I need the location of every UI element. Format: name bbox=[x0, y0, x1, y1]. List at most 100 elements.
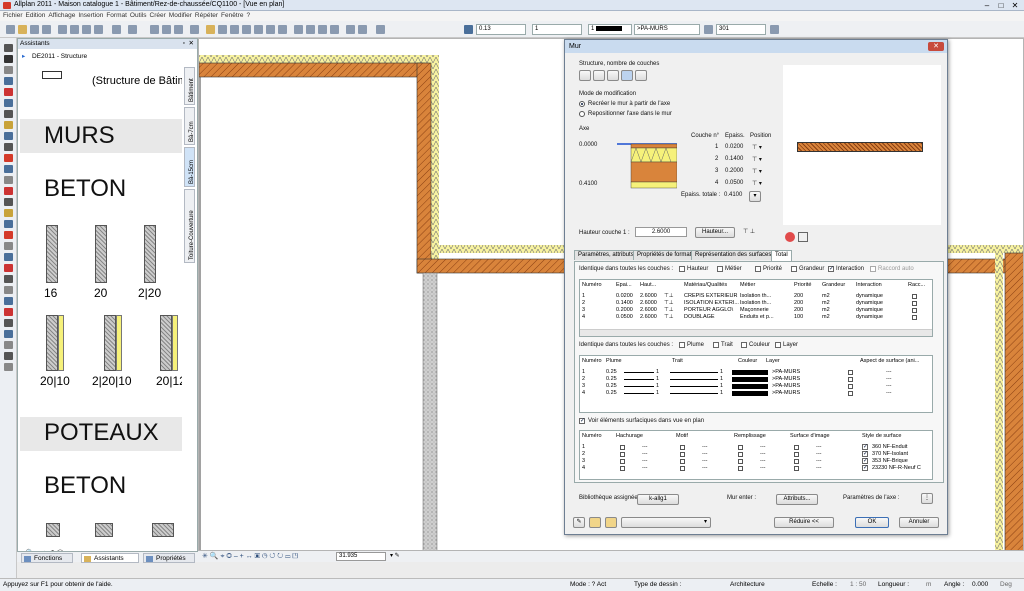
tool-icon-4[interactable] bbox=[4, 88, 13, 96]
racc-checkbox[interactable] bbox=[912, 294, 917, 299]
surface-option-checkbox[interactable] bbox=[680, 445, 685, 450]
zoom-input[interactable]: 31.935 bbox=[336, 552, 386, 561]
tool-icon-6[interactable] bbox=[4, 110, 13, 118]
tool-icon-24[interactable] bbox=[4, 308, 13, 316]
search-icon[interactable] bbox=[376, 25, 385, 34]
ident-3-checkbox[interactable] bbox=[791, 266, 797, 272]
hauteur-extra-icons[interactable]: ⊤ ⊥ bbox=[743, 228, 755, 235]
menu-item-2[interactable]: Affichage bbox=[48, 11, 75, 21]
vtab-ba15[interactable]: Bâ-15cm bbox=[184, 147, 195, 187]
tool-icon-25[interactable] bbox=[4, 319, 13, 327]
wall-element-20[interactable] bbox=[95, 225, 107, 283]
menu-item-8[interactable]: Répéter bbox=[195, 11, 218, 21]
tool-icon-14[interactable] bbox=[4, 198, 13, 206]
sheet-icon[interactable] bbox=[278, 25, 287, 34]
layers-5-button[interactable] bbox=[635, 70, 647, 81]
wall-element-2-20-10[interactable] bbox=[104, 315, 116, 371]
tool-icon-15[interactable] bbox=[4, 209, 13, 217]
tool-icon-17[interactable] bbox=[4, 231, 13, 239]
reduire-button[interactable]: Réduire << bbox=[774, 517, 834, 528]
favorites-open-button[interactable] bbox=[589, 517, 601, 528]
vtab-toiture[interactable]: Toiture-Couverture bbox=[184, 189, 195, 263]
aspect-checkbox[interactable] bbox=[848, 384, 853, 389]
assistant-canvas[interactable]: (Structure de Bâtime MURS BETON 16 20 2|… bbox=[20, 67, 182, 555]
racc-checkbox[interactable] bbox=[912, 308, 917, 313]
mode-reposition-radio[interactable] bbox=[579, 111, 585, 117]
column-element-3[interactable] bbox=[152, 523, 174, 537]
table-row[interactable]: 2 --- --- --- --- 370 NF-Isolant bbox=[580, 450, 932, 458]
vtab-batiment[interactable]: Bâtiment bbox=[184, 67, 195, 105]
wall-icon[interactable] bbox=[330, 25, 339, 34]
param-axe-button[interactable]: ⋮ bbox=[921, 493, 933, 504]
copy-mode-icon[interactable] bbox=[190, 25, 199, 34]
table-row[interactable]: 4 0.25 1 1 >PA-MURS --- bbox=[580, 390, 932, 397]
tool-icon-21[interactable] bbox=[4, 275, 13, 283]
move-icon[interactable] bbox=[150, 25, 159, 34]
tool-icon-0[interactable] bbox=[4, 44, 13, 52]
tool-icon-3[interactable] bbox=[4, 77, 13, 85]
surface-option-checkbox[interactable] bbox=[620, 466, 625, 471]
layer-position-dropdown[interactable]: ⊤ ▾ bbox=[752, 168, 762, 175]
section-icon[interactable] bbox=[230, 25, 239, 34]
layers-2-button[interactable] bbox=[593, 70, 605, 81]
menu-item-0[interactable]: Fichier bbox=[3, 11, 23, 21]
menu-item-7[interactable]: Modifier bbox=[169, 11, 192, 21]
table-row[interactable]: 3 --- --- --- --- 353 NF-Brique bbox=[580, 457, 932, 465]
surface-option-checkbox[interactable] bbox=[620, 459, 625, 464]
column-element-1[interactable] bbox=[46, 523, 60, 537]
pin-icon[interactable]: ▫ bbox=[183, 39, 185, 49]
table-row[interactable]: 4 --- --- --- --- 23230 NF-R-Neuf C bbox=[580, 464, 932, 472]
table-row[interactable]: 1 --- --- --- --- 360 NF-Enduit bbox=[580, 443, 932, 451]
style-checkbox[interactable] bbox=[862, 464, 868, 471]
view-controls[interactable]: ✳ 🔍 ⌖ ◎ – + ↔ ▣ ◷ ↺ ↻ ▭ ◳ bbox=[202, 552, 298, 561]
preview-settings-icon[interactable] bbox=[798, 232, 808, 242]
tool-icon-28[interactable] bbox=[4, 352, 13, 360]
ident2-3-checkbox[interactable] bbox=[775, 342, 781, 348]
tool-icon-22[interactable] bbox=[4, 286, 13, 294]
pattern-select[interactable]: 301 bbox=[716, 24, 766, 35]
tool-icon-13[interactable] bbox=[4, 187, 13, 195]
pen-icon[interactable] bbox=[464, 25, 473, 34]
tool-icon-19[interactable] bbox=[4, 253, 13, 261]
frame-icon[interactable] bbox=[306, 25, 315, 34]
tool-icon-26[interactable] bbox=[4, 330, 13, 338]
snap-icon[interactable] bbox=[346, 25, 355, 34]
line-color-select[interactable]: 1 bbox=[588, 24, 632, 35]
ident-0-checkbox[interactable] bbox=[679, 266, 685, 272]
tool-icon-9[interactable] bbox=[4, 143, 13, 151]
close-icon[interactable]: ✕ bbox=[1008, 1, 1022, 10]
column-element-2[interactable] bbox=[95, 523, 113, 537]
layer-icon[interactable] bbox=[266, 25, 275, 34]
table-row[interactable]: 1 0.0200 2.6000 CREPIS EXTERIEUR Isolation t… bbox=[580, 293, 932, 300]
materials-scrollbar[interactable] bbox=[580, 329, 932, 336]
menu-item-4[interactable]: Format bbox=[106, 11, 127, 21]
ident-4-checkbox[interactable] bbox=[828, 265, 834, 272]
tool-icon-10[interactable] bbox=[4, 154, 13, 162]
surface-option-checkbox[interactable] bbox=[794, 445, 799, 450]
format-icon[interactable] bbox=[770, 25, 779, 34]
tool-icon-16[interactable] bbox=[4, 220, 13, 228]
surface-option-checkbox[interactable] bbox=[620, 445, 625, 450]
tab-parametres[interactable]: Paramètres, attributs bbox=[574, 250, 638, 260]
vtab-ba7[interactable]: Bâ-7cm bbox=[184, 107, 195, 145]
favorites-save-button[interactable] bbox=[605, 517, 617, 528]
surface-option-checkbox[interactable] bbox=[738, 459, 743, 464]
open-folder-icon[interactable] bbox=[18, 25, 27, 34]
surface-option-checkbox[interactable] bbox=[680, 459, 685, 464]
maximize-icon[interactable]: □ bbox=[994, 1, 1008, 10]
tab-fonctions[interactable]: Fonctions bbox=[21, 553, 73, 563]
ident-1-checkbox[interactable] bbox=[717, 266, 723, 272]
racc-checkbox[interactable] bbox=[912, 315, 917, 320]
surface-option-checkbox[interactable] bbox=[794, 459, 799, 464]
aspect-checkbox[interactable] bbox=[848, 391, 853, 396]
tab-total[interactable]: Total bbox=[771, 250, 792, 261]
layer-folder-icon[interactable] bbox=[206, 25, 215, 34]
select-icon[interactable] bbox=[162, 25, 171, 34]
tool-icon-18[interactable] bbox=[4, 242, 13, 250]
surface-option-checkbox[interactable] bbox=[738, 445, 743, 450]
table-row[interactable]: 3 0.25 1 1 >PA-MURS --- bbox=[580, 383, 932, 390]
hauteur-button[interactable]: Hauteur... bbox=[695, 227, 735, 238]
surface-option-checkbox[interactable] bbox=[680, 466, 685, 471]
menu-item-10[interactable]: ? bbox=[246, 11, 250, 21]
redo-icon[interactable] bbox=[128, 25, 137, 34]
